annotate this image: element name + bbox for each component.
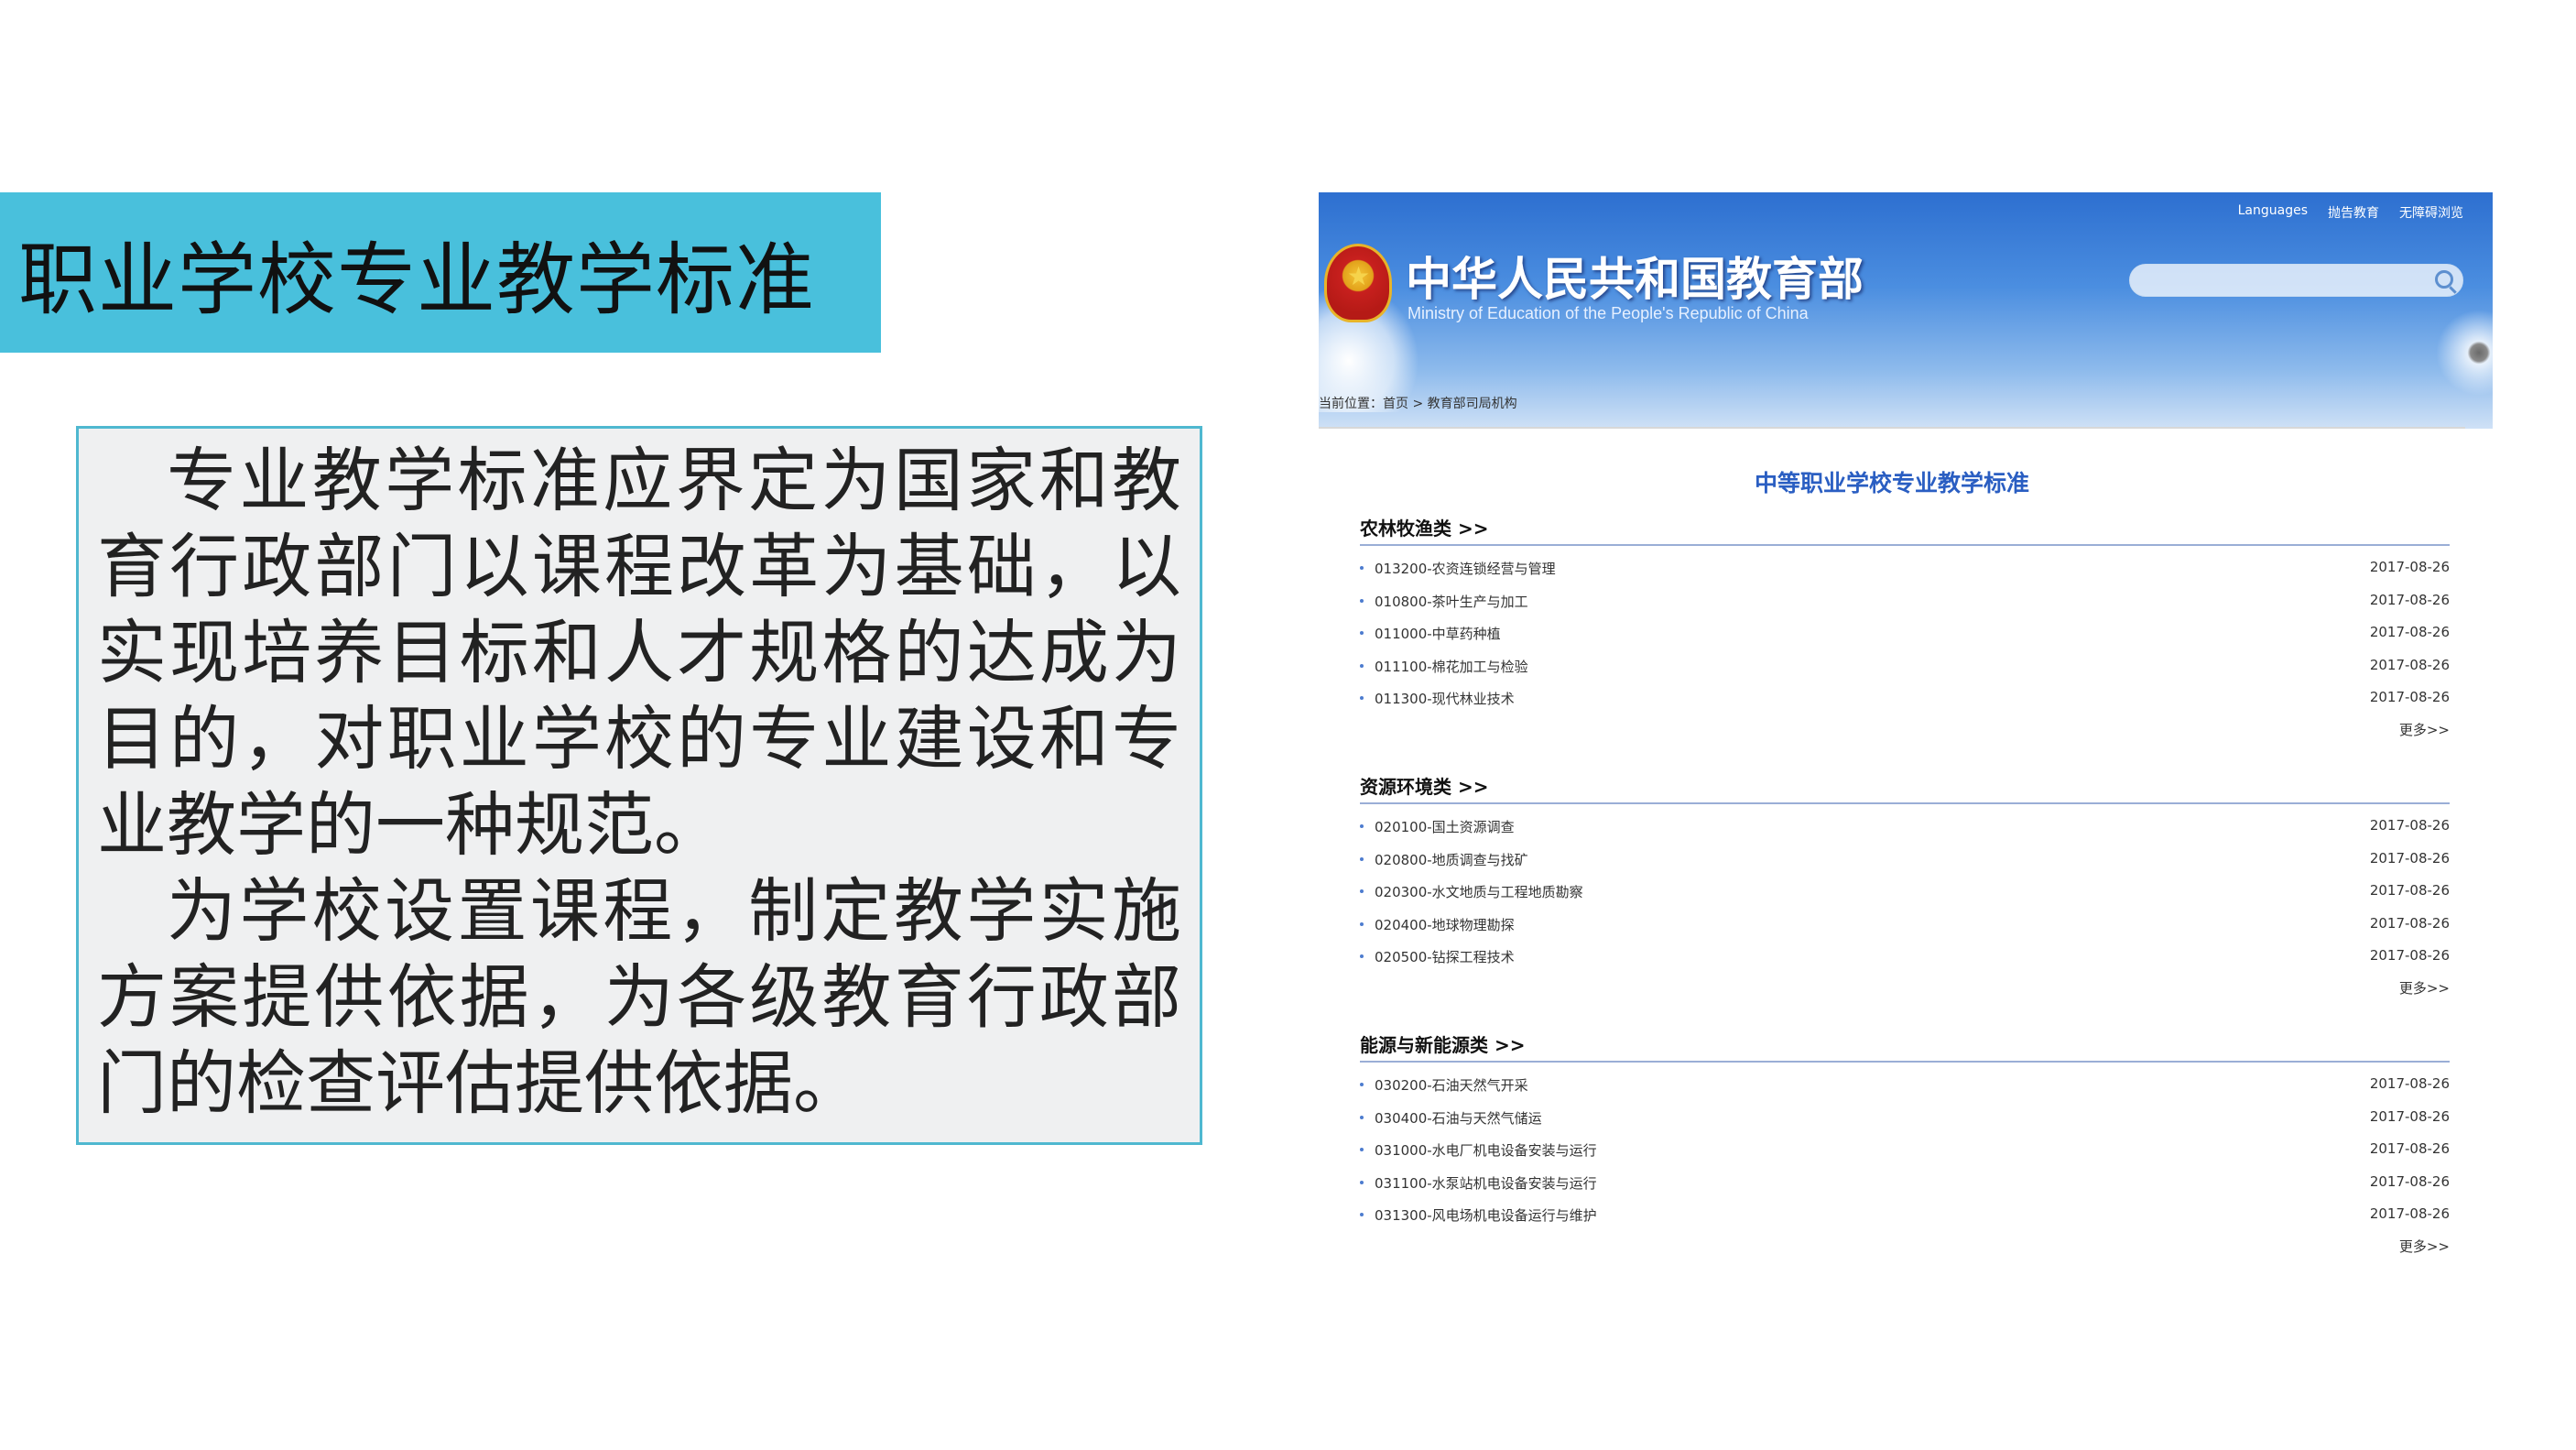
- item-date: 2017-08-26: [2369, 1107, 2450, 1125]
- more-label[interactable]: 更多>>: [2399, 720, 2450, 739]
- search-input[interactable]: [2129, 264, 2463, 297]
- slide-title: 职业学校专业教学标准: [18, 234, 815, 326]
- bullet-icon: [1360, 1115, 1364, 1119]
- bullet-icon: [1360, 663, 1364, 668]
- list-item[interactable]: 010800-茶叶生产与加工 2017-08-26: [1360, 592, 2450, 625]
- section-agriculture: 农林牧渔类 >> 013200-农资连锁经营与管理 2017-08-26 0108…: [1360, 513, 2450, 749]
- item-date: 2017-08-26: [2369, 817, 2450, 834]
- list-item[interactable]: 011300-现代林业技术 2017-08-26: [1360, 689, 2450, 722]
- languages-link[interactable]: Languages: [2238, 203, 2308, 222]
- bullet-icon: [1360, 889, 1364, 893]
- bullet-icon: [1360, 1213, 1364, 1216]
- bullet-icon: [1360, 696, 1364, 700]
- item-date: 2017-08-26: [2369, 591, 2450, 608]
- item-name[interactable]: 011100-棉花加工与检验: [1375, 657, 1528, 676]
- item-date: 2017-08-26: [2369, 1140, 2450, 1157]
- item-name[interactable]: 031300-风电场机电设备运行与维护: [1375, 1205, 1597, 1225]
- item-date: 2017-08-26: [2369, 689, 2450, 705]
- item-date: 2017-08-26: [2369, 849, 2450, 867]
- item-name[interactable]: 020800-地质调查与找矿: [1375, 850, 1528, 869]
- website-screenshot: ★ 中华人民共和国教育部 Ministry of Education of th…: [1319, 192, 2493, 1273]
- item-date: 2017-08-26: [2369, 656, 2450, 673]
- list-item[interactable]: 020100-国土资源调查 2017-08-26: [1360, 817, 2450, 850]
- more-label[interactable]: 更多>>: [2399, 1237, 2450, 1256]
- more-label[interactable]: 更多>>: [2399, 978, 2450, 998]
- section-resources-environment: 资源环境类 >> 020100-国土资源调查 2017-08-26 020800-…: [1360, 771, 2450, 1008]
- list-item[interactable]: 031000-水电厂机电设备安装与运行 2017-08-26: [1360, 1140, 2450, 1173]
- site-name-english: Ministry of Education of the People's Re…: [1408, 304, 1809, 322]
- item-date: 2017-08-26: [2369, 624, 2450, 640]
- item-date: 2017-08-26: [2369, 914, 2450, 932]
- item-name[interactable]: 020300-水文地质与工程地质勘察: [1375, 882, 1583, 901]
- breadcrumb[interactable]: 当前位置：首页 > 教育部司局机构: [1319, 394, 1517, 412]
- section-energy: 能源与新能源类 >> 030200-石油天然气开采 2017-08-26 0304…: [1360, 1030, 2450, 1266]
- top-links: Languages 抛告教育 无障碍浏览: [2238, 203, 2463, 222]
- item-name[interactable]: 031100-水泵站机电设备安装与运行: [1375, 1173, 1597, 1193]
- bullet-icon: [1360, 631, 1364, 635]
- item-name[interactable]: 020400-地球物理勘探: [1375, 915, 1515, 934]
- description-paragraph-2: 为学校设置课程，制定教学实施方案提供依据，为各级教育行政部门的检查评估提供依据。: [97, 870, 1181, 1124]
- section-divider: [1360, 544, 2450, 546]
- national-emblem-icon: ★: [1324, 244, 1392, 322]
- item-date: 2017-08-26: [2369, 947, 2450, 964]
- item-name[interactable]: 031000-水电厂机电设备安装与运行: [1375, 1140, 1597, 1160]
- list-item[interactable]: 031300-风电场机电设备运行与维护 2017-08-26: [1360, 1205, 2450, 1238]
- item-name[interactable]: 010800-茶叶生产与加工: [1375, 592, 1528, 611]
- item-name[interactable]: 013200-农资连锁经营与管理: [1375, 559, 1556, 578]
- list-item[interactable]: 011000-中草药种植 2017-08-26: [1360, 624, 2450, 657]
- more-link[interactable]: 更多>>: [1360, 980, 2450, 1008]
- item-name[interactable]: 020100-国土资源调查: [1375, 817, 1515, 836]
- section-divider: [1360, 1061, 2450, 1063]
- description-paragraph-1: 专业教学标准应界定为国家和教育行政部门以课程改革为基础，以实现培养目标和人才规格…: [97, 440, 1181, 866]
- header-divider: [1319, 427, 2465, 429]
- more-link[interactable]: 更多>>: [1360, 722, 2450, 749]
- list-item[interactable]: 030200-石油天然气开采 2017-08-26: [1360, 1075, 2450, 1108]
- item-name[interactable]: 011300-现代林业技术: [1375, 689, 1515, 708]
- item-date: 2017-08-26: [2369, 882, 2450, 899]
- item-name[interactable]: 030200-石油天然气开采: [1375, 1075, 1528, 1095]
- page-heading: 中等职业学校专业教学标准: [1754, 470, 2029, 496]
- bullet-icon: [1360, 954, 1364, 958]
- item-date: 2017-08-26: [2369, 1172, 2450, 1190]
- bullet-icon: [1360, 1180, 1364, 1184]
- list-item[interactable]: 020500-钻探工程技术 2017-08-26: [1360, 947, 2450, 980]
- accessibility-link[interactable]: 无障碍浏览: [2399, 203, 2463, 222]
- site-header: ★ 中华人民共和国教育部 Ministry of Education of th…: [1319, 192, 2493, 429]
- list-item[interactable]: 013200-农资连锁经营与管理 2017-08-26: [1360, 559, 2450, 592]
- item-name[interactable]: 030400-石油与天然气储运: [1375, 1108, 1542, 1128]
- site-name[interactable]: 中华人民共和国教育部: [1406, 243, 1864, 309]
- list-item[interactable]: 031100-水泵站机电设备安装与运行 2017-08-26: [1360, 1173, 2450, 1206]
- top-link-2[interactable]: 抛告教育: [2328, 203, 2379, 222]
- section-title[interactable]: 农林牧渔类 >>: [1360, 513, 2450, 544]
- more-link[interactable]: 更多>>: [1360, 1238, 2450, 1266]
- bullet-icon: [1360, 566, 1364, 570]
- list-item[interactable]: 020800-地质调查与找矿 2017-08-26: [1360, 850, 2450, 883]
- list-item[interactable]: 020300-水文地质与工程地质勘察 2017-08-26: [1360, 882, 2450, 915]
- item-date: 2017-08-26: [2369, 1205, 2450, 1222]
- bullet-icon: [1360, 824, 1364, 828]
- section-title[interactable]: 能源与新能源类 >>: [1360, 1030, 2450, 1061]
- bullet-icon: [1360, 1148, 1364, 1151]
- item-date: 2017-08-26: [2369, 1075, 2450, 1092]
- description-box: 专业教学标准应界定为国家和教育行政部门以课程改革为基础，以实现培养目标和人才规格…: [76, 426, 1202, 1145]
- bullet-icon: [1360, 598, 1364, 603]
- section-divider: [1360, 802, 2450, 804]
- list-item[interactable]: 030400-石油与天然气储运 2017-08-26: [1360, 1108, 2450, 1141]
- dandelion-decoration: [2429, 302, 2493, 403]
- section-title[interactable]: 资源环境类 >>: [1360, 771, 2450, 802]
- item-date: 2017-08-26: [2369, 559, 2450, 575]
- search-icon[interactable]: [2435, 270, 2453, 289]
- list-item[interactable]: 011100-棉花加工与检验 2017-08-26: [1360, 657, 2450, 690]
- bullet-icon: [1360, 856, 1364, 861]
- bullet-icon: [1360, 921, 1364, 926]
- list-item[interactable]: 020400-地球物理勘探 2017-08-26: [1360, 915, 2450, 948]
- item-name[interactable]: 011000-中草药种植: [1375, 624, 1501, 643]
- title-banner: 职业学校专业教学标准: [0, 192, 881, 353]
- item-name[interactable]: 020500-钻探工程技术: [1375, 947, 1515, 966]
- bullet-icon: [1360, 1083, 1364, 1086]
